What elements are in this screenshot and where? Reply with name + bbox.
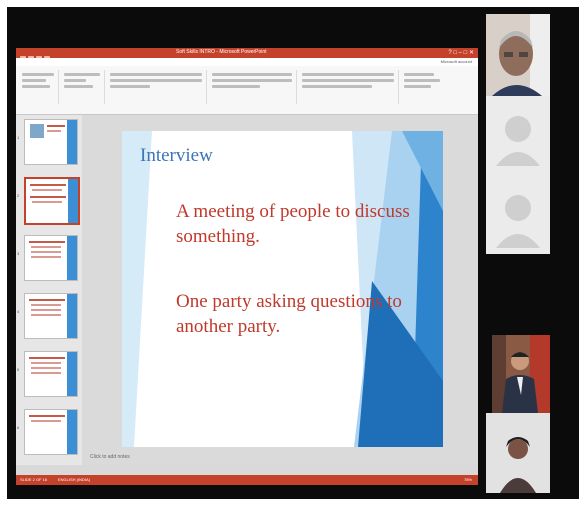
slide-editing-area: Interview A meeting of people to discuss… <box>82 115 478 465</box>
slide-thumbnail[interactable] <box>24 409 78 455</box>
account-name[interactable]: Microsoft account <box>441 59 472 64</box>
bullet-point-2[interactable]: One party asking questions to another pa… <box>176 289 438 339</box>
person-video-icon <box>492 335 550 413</box>
window-controls[interactable]: ? □ – □ ✕ <box>448 49 474 56</box>
slide-thumbnail[interactable] <box>24 351 78 397</box>
user-avatar-icon <box>496 195 540 248</box>
window-title: Soft Skills INTRO - Microsoft PowerPoint <box>176 49 267 55</box>
clipboard-group[interactable] <box>18 70 59 104</box>
thumb-number: 4 <box>17 309 20 314</box>
ribbon-tabs: FILE HOME INSERT DESIGN TRANSITIONS ANIM… <box>16 58 478 72</box>
paragraph-group[interactable] <box>208 70 297 104</box>
slides-group[interactable] <box>60 70 105 104</box>
participant-video-1[interactable] <box>486 14 550 96</box>
slide-thumbnail[interactable] <box>24 293 78 339</box>
editing-group[interactable] <box>400 70 460 104</box>
powerpoint-window: Soft Skills INTRO - Microsoft PowerPoint… <box>16 48 478 485</box>
language-indicator[interactable]: ENGLISH (INDIA) <box>58 477 90 482</box>
view-buttons[interactable] <box>373 477 428 485</box>
ribbon-home <box>16 66 478 115</box>
zoom-level[interactable]: 78% <box>464 477 472 482</box>
title-bar: Soft Skills INTRO - Microsoft PowerPoint… <box>16 48 478 62</box>
slide-title[interactable]: Interview <box>140 145 213 167</box>
slide-canvas[interactable]: Interview A meeting of people to discuss… <box>122 131 443 447</box>
thumb-number: 3 <box>17 251 20 256</box>
status-bar: SLIDE 2 OF 16 ENGLISH (INDIA) 78% <box>16 475 478 485</box>
slide-thumbnail[interactable] <box>24 235 78 281</box>
font-group[interactable] <box>106 70 207 104</box>
bullet-point-1[interactable]: A meeting of people to discuss something… <box>176 199 426 249</box>
user-avatar-icon <box>496 116 540 166</box>
thumb-number: 5 <box>17 367 20 372</box>
slide-thumbnail-pane: 1 2 3 4 5 6 <box>16 115 82 465</box>
notes-placeholder[interactable]: Click to add notes <box>90 454 130 460</box>
person-video-icon <box>486 14 550 96</box>
participant-video-4[interactable] <box>492 335 550 413</box>
thumb-number: 6 <box>17 425 20 430</box>
drawing-group[interactable] <box>298 70 399 104</box>
slide-counter: SLIDE 2 OF 16 <box>20 477 48 482</box>
participant-tile-3[interactable] <box>486 178 550 254</box>
thumb-number: 2 <box>17 193 20 198</box>
thumb-number: 1 <box>17 135 20 140</box>
slide-thumbnail[interactable] <box>24 119 78 165</box>
participant-tile-2[interactable] <box>486 96 550 178</box>
slide-thumbnail-selected[interactable] <box>24 177 80 225</box>
person-video-icon <box>486 413 550 493</box>
quick-access-toolbar[interactable] <box>20 49 70 62</box>
participant-video-5[interactable] <box>486 413 550 493</box>
